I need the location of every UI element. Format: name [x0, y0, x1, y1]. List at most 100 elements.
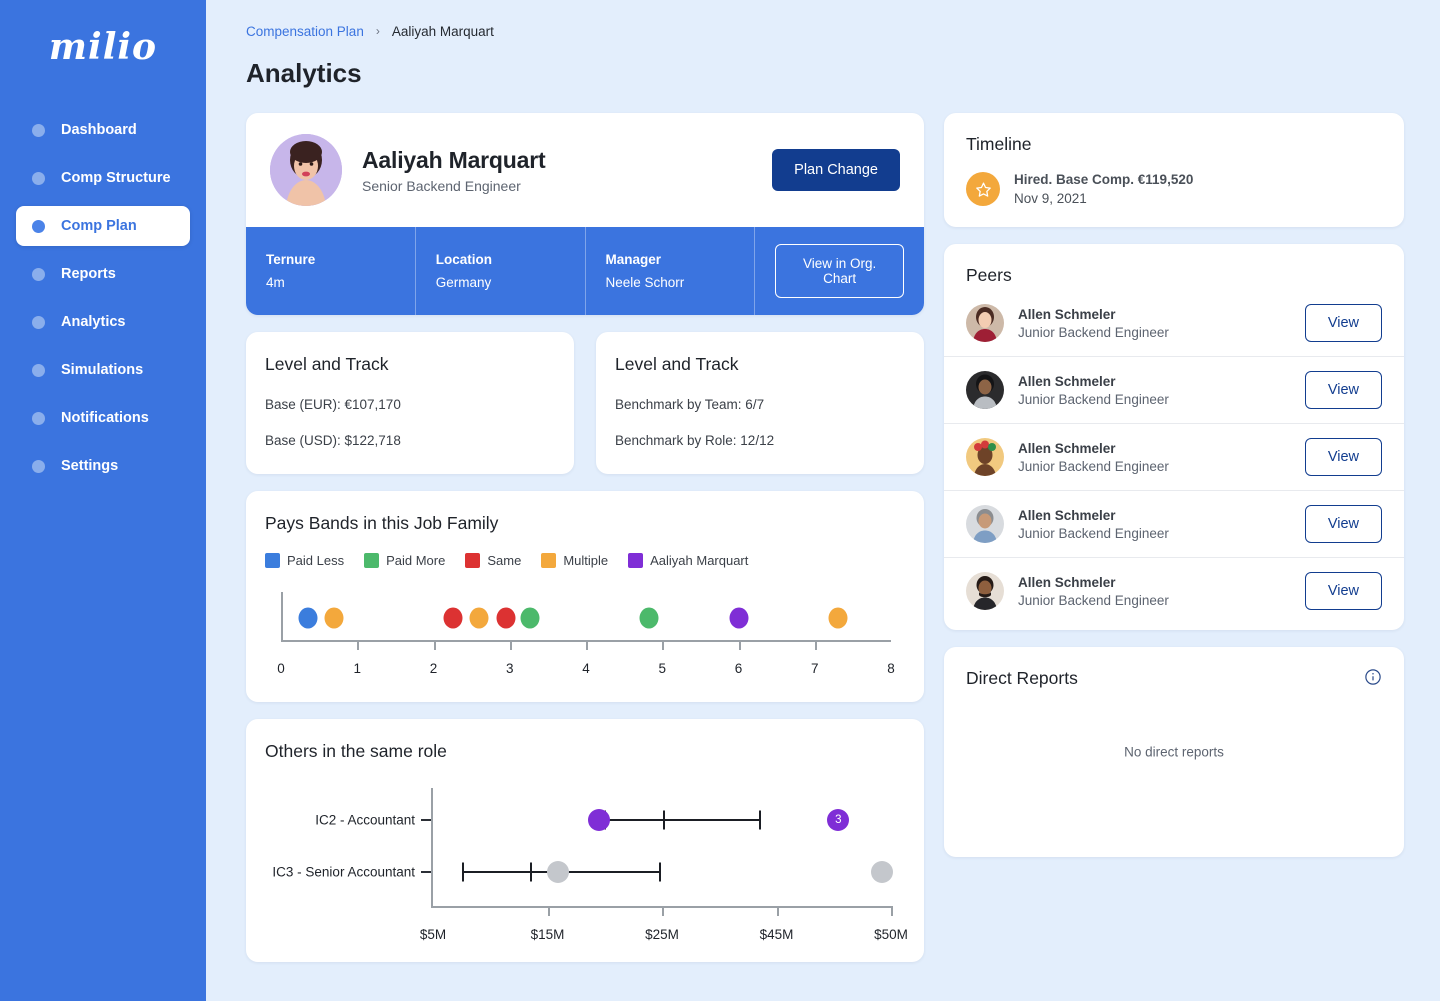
sidebar-item-comp-plan[interactable]: Comp Plan — [16, 206, 190, 246]
right-column: Timeline Hired. Base Comp. €119,520 Nov … — [944, 113, 1404, 857]
pay-band-dot[interactable] — [828, 607, 848, 629]
info-icon[interactable] — [1364, 668, 1382, 686]
range-cap — [663, 810, 666, 830]
peer-info: Allen Schmeler Junior Backend Engineer — [1018, 575, 1291, 608]
x-axis-tick-label: 5 — [658, 661, 667, 676]
list-item[interactable]: Allen Schmeler Junior Backend Engineer V… — [944, 558, 1404, 624]
range-cap — [530, 862, 533, 882]
avatar — [966, 438, 1004, 476]
range-cap — [759, 810, 762, 830]
bullet-icon — [32, 171, 45, 185]
peer-role: Junior Backend Engineer — [1018, 525, 1169, 541]
list-item[interactable]: Allen Schmeler Junior Backend Engineer V… — [944, 424, 1404, 491]
stat-tenure: Ternure 4m — [246, 227, 416, 315]
sidebar-item-label: Analytics — [61, 314, 126, 330]
sidebar-item-analytics[interactable]: Analytics — [16, 302, 190, 342]
breadcrumb-parent-link[interactable]: Compensation Plan — [246, 24, 364, 39]
legend-label: Same — [487, 553, 522, 568]
pay-band-dot[interactable] — [639, 607, 659, 629]
profile-header: Aaliyah Marquart Senior Backend Engineer… — [246, 113, 924, 227]
legend-label: Multiple — [563, 553, 609, 568]
sidebar: milio Dashboard Comp Structure Comp Plan… — [0, 0, 206, 1001]
list-item[interactable]: Allen Schmeler Junior Backend Engineer V… — [944, 290, 1404, 357]
peer-role: Junior Backend Engineer — [1018, 592, 1169, 608]
pay-band-dot[interactable] — [298, 607, 318, 629]
x-axis-tick — [586, 640, 588, 650]
page-title: Analytics — [246, 58, 362, 88]
list-item[interactable]: Allen Schmeler Junior Backend Engineer V… — [944, 357, 1404, 424]
org-chart-cell: View in Org. Chart — [755, 227, 924, 315]
view-button[interactable]: View — [1304, 505, 1382, 543]
view-button[interactable]: View — [1304, 371, 1382, 409]
pay-band-dot[interactable] — [729, 607, 748, 629]
bullet-icon — [32, 459, 45, 473]
pay-band-dot[interactable] — [496, 607, 516, 629]
sidebar-item-notifications[interactable]: Notifications — [16, 398, 190, 438]
legend-item: Paid More — [364, 553, 445, 568]
peer-name: Allen Schmeler — [1018, 507, 1116, 523]
plan-change-button[interactable]: Plan Change — [772, 149, 900, 191]
avatar — [966, 371, 1004, 409]
timeline-event-title: Hired. Base Comp. €119,520 — [1014, 172, 1194, 187]
bullet-icon — [32, 123, 45, 137]
peer-name: Allen Schmeler — [1018, 440, 1116, 456]
chart-legend: Paid Less Paid More Same Multiple Aaliyah Ma… — [265, 553, 905, 568]
sidebar-item-dashboard[interactable]: Dashboard — [16, 110, 190, 150]
x-axis-tick-label: 1 — [353, 661, 362, 676]
x-axis-tick — [776, 906, 779, 916]
card-title: Level and Track — [615, 354, 739, 374]
sidebar-item-settings[interactable]: Settings — [16, 446, 190, 486]
benchmark-team-line: Benchmark by Team: 6/7 — [615, 397, 765, 412]
sidebar-item-reports[interactable]: Reports — [16, 254, 190, 294]
list-item[interactable]: Allen Schmeler Junior Backend Engineer V… — [944, 491, 1404, 558]
legend-swatch-icon — [364, 553, 380, 568]
y-axis-tick — [421, 819, 431, 821]
main-content: Compensation Plan › Aaliyah Marquart Ana… — [206, 0, 1440, 1001]
view-button[interactable]: View — [1304, 438, 1382, 476]
x-axis-tick-label: 6 — [734, 661, 743, 676]
peer-name: Allen Schmeler — [1018, 574, 1116, 590]
timeline-event: Hired. Base Comp. €119,520 Nov 9, 2021 — [966, 172, 1382, 206]
x-axis-tick-label: 2 — [429, 661, 438, 676]
x-axis-tick-label: 8 — [887, 661, 895, 676]
x-axis-tick — [547, 906, 550, 916]
x-axis-tick — [433, 640, 436, 650]
role-marker-dot[interactable] — [588, 809, 611, 831]
peer-role: Junior Backend Engineer — [1018, 391, 1169, 407]
sidebar-item-simulations[interactable]: Simulations — [16, 350, 190, 390]
range-bar — [604, 819, 761, 821]
view-button[interactable]: View — [1304, 572, 1382, 610]
bullet-icon — [32, 411, 45, 425]
pay-band-dot[interactable] — [520, 607, 540, 629]
peer-info: Allen Schmeler Junior Backend Engineer — [1018, 374, 1291, 407]
pay-bands-chart-card: Pays Bands in this Job Family Paid Less P… — [246, 491, 924, 702]
avatar — [966, 304, 1004, 342]
pay-band-dot[interactable] — [324, 607, 344, 629]
stat-label: Manager — [605, 252, 662, 267]
sidebar-item-label: Comp Plan — [61, 218, 137, 234]
bullet-icon — [32, 363, 45, 377]
pay-band-dot[interactable] — [443, 607, 463, 629]
direct-reports-card: Direct Reports No direct reports — [944, 647, 1404, 857]
sidebar-item-comp-structure[interactable]: Comp Structure — [16, 158, 190, 198]
others-same-role-card: Others in the same role $5M $15M $25M $45M $… — [246, 719, 924, 962]
avatar — [270, 134, 342, 206]
x-axis-tick — [662, 906, 664, 916]
role-marker-dot[interactable] — [546, 861, 569, 883]
view-button[interactable]: View — [1304, 304, 1382, 342]
role-outlier-dot[interactable]: 3 — [827, 809, 850, 831]
x-axis-tick — [357, 640, 360, 650]
x-axis-tick-label: $25M — [645, 927, 679, 942]
pay-bands-plot: 0 1 2 3 4 5 6 7 8 — [277, 592, 895, 676]
direct-reports-header: Direct Reports — [966, 668, 1382, 689]
app-root: milio Dashboard Comp Structure Comp Plan… — [0, 0, 1440, 1001]
legend-label: Paid Less — [287, 553, 345, 568]
bullet-icon — [32, 315, 45, 329]
sidebar-item-label: Settings — [61, 458, 119, 474]
peers-card: Peers Allen Schmeler Junior Backend Engi… — [944, 244, 1404, 630]
x-axis-tick — [814, 640, 817, 650]
role-outlier-dot[interactable] — [870, 861, 893, 883]
y-axis-line — [281, 592, 283, 642]
pay-band-dot[interactable] — [469, 607, 489, 629]
view-in-org-chart-button[interactable]: View in Org. Chart — [775, 244, 904, 298]
